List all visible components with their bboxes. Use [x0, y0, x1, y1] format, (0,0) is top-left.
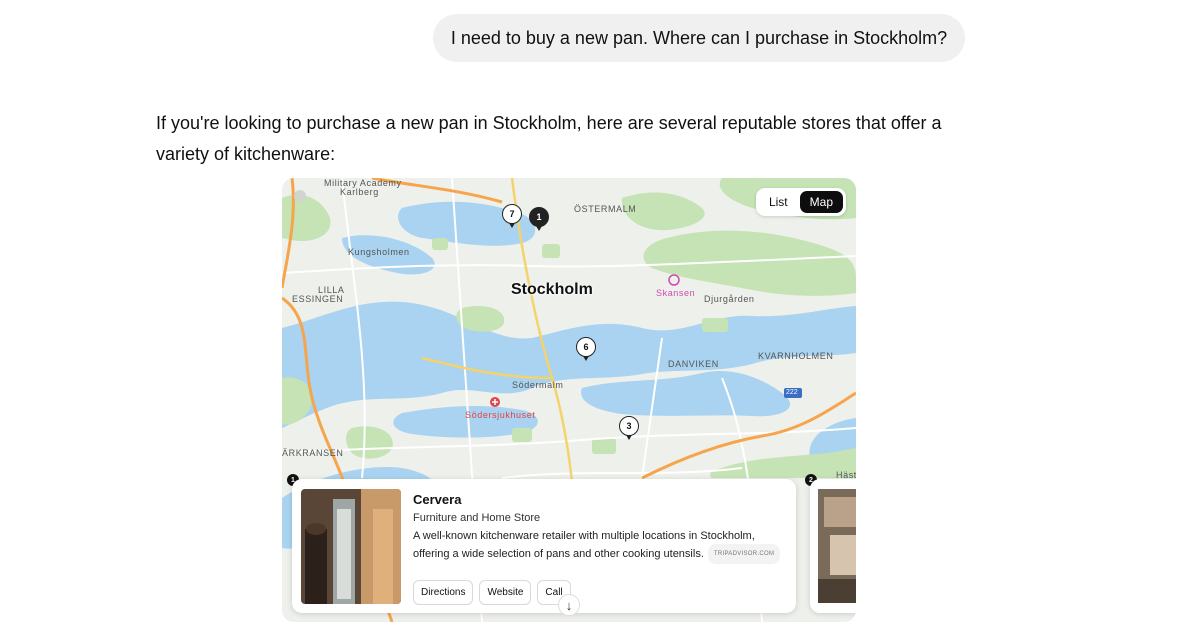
city-label: Stockholm	[511, 281, 593, 298]
view-toggle[interactable]: List Map	[755, 188, 846, 216]
place-label-djurgarden: Djurgården	[704, 294, 755, 304]
place-label-kvarnholmen: KVARNHOLMEN	[758, 351, 834, 361]
directions-button[interactable]: Directions	[413, 580, 474, 605]
place-card-cervera[interactable]: Cervera Furniture and Home Store A well-…	[292, 479, 796, 613]
assistant-intro-text: If you're looking to purchase a new pan …	[156, 113, 942, 164]
map-pin-7[interactable]: 7	[502, 204, 522, 228]
place-label-sodersjukhuset: Södersjukhuset	[465, 410, 536, 420]
map-pin-1[interactable]: 1	[529, 207, 549, 231]
place-label-ostermalm: ÖSTERMALM	[574, 204, 637, 214]
map-view-button[interactable]: Map	[799, 191, 843, 213]
place-title: Cervera	[413, 492, 462, 507]
place-label-skansen: Skansen	[656, 288, 696, 298]
map-pin-6[interactable]: 6	[576, 337, 596, 361]
map-widget[interactable]: Military Academy Karlberg ÖSTERMALM Kung…	[282, 178, 856, 622]
website-button[interactable]: Website	[479, 580, 532, 605]
place-photo	[301, 489, 401, 604]
place-label-kungsholmen: Kungsholmen	[348, 247, 410, 257]
place-label-karlberg: Karlberg	[340, 187, 379, 197]
source-badge[interactable]: TRIPADVISOR.COM	[707, 544, 781, 564]
user-message-bubble: I need to buy a new pan. Where can I pur…	[433, 14, 965, 62]
place-card-2[interactable]	[810, 479, 856, 613]
place-photo-2	[818, 489, 856, 603]
road-shield-222: 222	[786, 389, 798, 396]
place-description: A well-known kitchenware retailer with m…	[413, 528, 791, 564]
place-description-text: A well-known kitchenware retailer with m…	[413, 530, 755, 560]
place-label-sodermalm: Södermalm	[512, 380, 564, 390]
place-category: Furniture and Home Store	[413, 512, 541, 524]
user-message-text: I need to buy a new pan. Where can I pur…	[450, 27, 948, 48]
place-label-essingen: ESSINGEN	[292, 294, 344, 304]
map-pin-3[interactable]: 3	[619, 416, 639, 440]
place-label-arkransen: ÄRKRANSEN	[282, 448, 344, 458]
place-label-danviken: DANVIKEN	[668, 359, 719, 369]
arrow-down-icon[interactable]: ↓	[558, 594, 580, 616]
list-view-button[interactable]: List	[759, 191, 798, 213]
place-actions: Directions Website Call	[413, 580, 571, 605]
